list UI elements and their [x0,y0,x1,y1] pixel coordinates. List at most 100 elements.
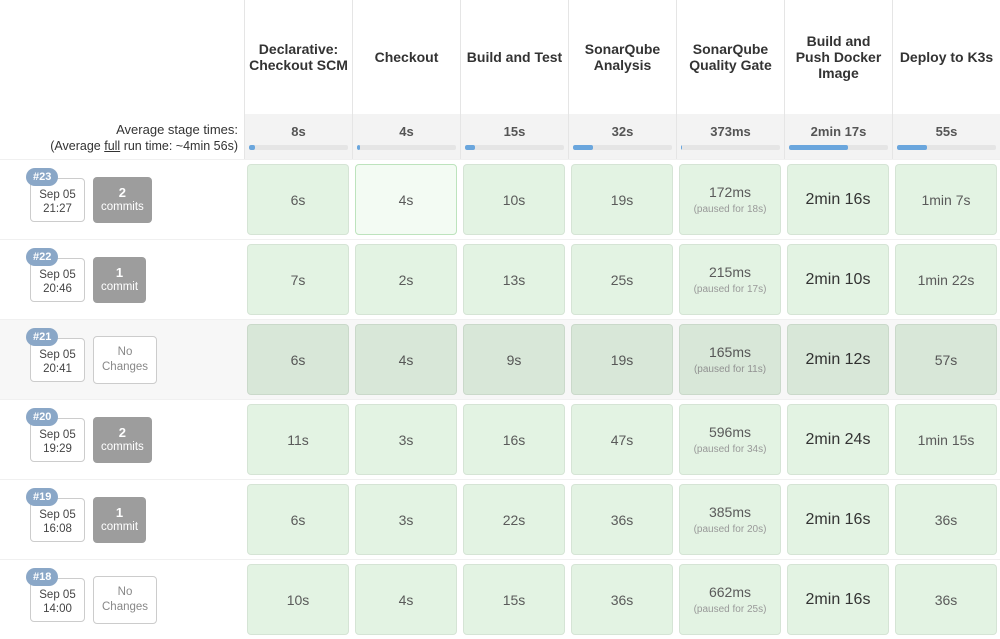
run-date: Sep 05 [39,589,76,601]
stage-cell[interactable]: 22s [463,484,565,555]
stage-cell[interactable]: 3s [355,404,457,475]
stage-cell[interactable]: 25s [571,244,673,315]
stage-cell[interactable]: 47s [571,404,673,475]
stage-cell[interactable]: 6s [247,484,349,555]
pipeline-stage-view: Average stage times: (Average full run t… [0,0,1000,639]
stage-header-3[interactable]: SonarQube Analysis [568,0,676,114]
changes-chip[interactable]: NoChanges [93,336,157,384]
avg-bar [465,145,564,150]
stage-avg-1: 4s [352,114,460,159]
paused-note: (paused for 18s) [694,204,767,215]
stage-cell[interactable]: 2min 16s [787,564,889,635]
stage-cell[interactable]: 57s [895,324,997,395]
avg-stage-times-label: Average stage times: [0,122,238,139]
stage-cell[interactable]: 2min 16s [787,164,889,235]
stage-cell[interactable]: 385ms(paused for 20s) [679,484,781,555]
run-row[interactable]: #22 Sep 05 20:46 1commit 7s2s13s25s215ms(pau… [0,239,1000,319]
stage-header-1[interactable]: Checkout [352,0,460,114]
run-id-badge[interactable]: #22 [26,248,58,266]
stage-header-row: Average stage times: (Average full run t… [0,0,1000,159]
stage-cell[interactable]: 3s [355,484,457,555]
paused-note: (paused for 25s) [694,604,767,615]
stage-cell[interactable]: 2min 24s [787,404,889,475]
run-id-badge[interactable]: #18 [26,568,58,586]
run-time: 14:00 [39,603,76,615]
stage-cell[interactable]: 9s [463,324,565,395]
run-time: 21:27 [39,203,76,215]
stage-cell[interactable]: 6s [247,164,349,235]
stage-cell[interactable]: 19s [571,324,673,395]
stage-cell[interactable]: 4s [355,564,457,635]
stage-cell[interactable]: 2min 10s [787,244,889,315]
run-date: Sep 05 [39,349,76,361]
stage-cell[interactable]: 2min 16s [787,484,889,555]
stage-cell[interactable]: 15s [463,564,565,635]
run-meta[interactable]: #23Sep 0521:27 [30,178,85,222]
run-info: #22 Sep 05 20:46 1commit [0,240,244,319]
run-meta[interactable]: #19Sep 0516:08 [30,498,85,542]
stage-cell[interactable]: 10s [247,564,349,635]
changes-chip[interactable]: 2commits [93,417,152,463]
run-row[interactable]: #21Sep 0520:41NoChanges 6s4s9s19s165ms(pa… [0,319,1000,399]
stage-cell[interactable]: 165ms(paused for 11s) [679,324,781,395]
changes-chip[interactable]: 1commit [93,257,146,303]
stage-cell[interactable]: 215ms(paused for 17s) [679,244,781,315]
run-info: #20Sep 0519:292commits [0,400,244,479]
avg-bar [681,145,780,150]
stage-cell[interactable]: 13s [463,244,565,315]
run-date: Sep 05 [39,269,76,281]
run-id-badge[interactable]: #23 [26,168,58,186]
run-date: Sep 05 [39,429,76,441]
stage-cell[interactable]: 7s [247,244,349,315]
run-meta[interactable]: #20Sep 0519:29 [30,418,85,462]
stage-cell[interactable]: 1min 15s [895,404,997,475]
run-time: 20:46 [39,283,76,295]
stage-cell[interactable]: 36s [895,484,997,555]
stage-avg-5: 2min 17s [784,114,892,159]
run-info: #18 Sep 05 14:00 NoChanges [0,560,244,639]
stage-cell[interactable]: 1min 22s [895,244,997,315]
run-row[interactable]: #20Sep 0519:292commits11s3s16s47s596ms(p… [0,399,1000,479]
avg-bar [897,145,996,150]
stage-header-2[interactable]: Build and Test [460,0,568,114]
stage-header-6[interactable]: Deploy to K3s [892,0,1000,114]
run-row[interactable]: #18Sep 0514:00NoChanges10s4s15s36s662ms(… [0,559,1000,639]
avg-bar [789,145,888,150]
stage-cell[interactable]: 10s [463,164,565,235]
stage-cell[interactable]: 11s [247,404,349,475]
stage-cell[interactable]: 4s [355,164,457,235]
run-meta[interactable]: #22Sep 0520:46 [30,258,85,302]
stage-cell[interactable]: 36s [571,484,673,555]
avg-labels-col: Average stage times: (Average full run t… [0,0,244,159]
stage-avg-3: 32s [568,114,676,159]
run-row[interactable]: #19Sep 0516:081commit6s3s22s36s385ms(pau… [0,479,1000,559]
run-meta[interactable]: #21Sep 0520:41 [30,338,85,382]
stage-avg-0: 8s [244,114,352,159]
stage-cell[interactable]: 16s [463,404,565,475]
stage-cell[interactable]: 19s [571,164,673,235]
stage-cell[interactable]: 172ms(paused for 18s) [679,164,781,235]
stage-cell[interactable]: 36s [571,564,673,635]
changes-chip[interactable]: 2commits [93,177,152,223]
run-id-badge[interactable]: #21 [26,328,58,346]
stage-cell[interactable]: 1min 7s [895,164,997,235]
run-id-badge[interactable]: #19 [26,488,58,506]
run-row[interactable]: #23Sep 0521:272commits 6s4s10s19s172ms(pa… [0,159,1000,239]
changes-chip[interactable]: NoChanges [93,576,157,624]
stage-cell[interactable]: 4s [355,324,457,395]
changes-chip[interactable]: 1commit [93,497,146,543]
stage-cell[interactable]: 2s [355,244,457,315]
stage-avg-4: 373ms [676,114,784,159]
run-time: 16:08 [39,523,76,535]
stage-cell[interactable]: 596ms(paused for 34s) [679,404,781,475]
stage-cell[interactable]: 662ms(paused for 25s) [679,564,781,635]
stage-cell[interactable]: 36s [895,564,997,635]
stage-header-4[interactable]: SonarQube Quality Gate [676,0,784,114]
run-meta[interactable]: #18Sep 0514:00 [30,578,85,622]
paused-note: (paused for 34s) [694,444,767,455]
stage-cell[interactable]: 2min 12s [787,324,889,395]
run-id-badge[interactable]: #20 [26,408,58,426]
stage-header-0[interactable]: Declarative: Checkout SCM [244,0,352,114]
stage-header-5[interactable]: Build and Push Docker Image [784,0,892,114]
stage-cell[interactable]: 6s [247,324,349,395]
